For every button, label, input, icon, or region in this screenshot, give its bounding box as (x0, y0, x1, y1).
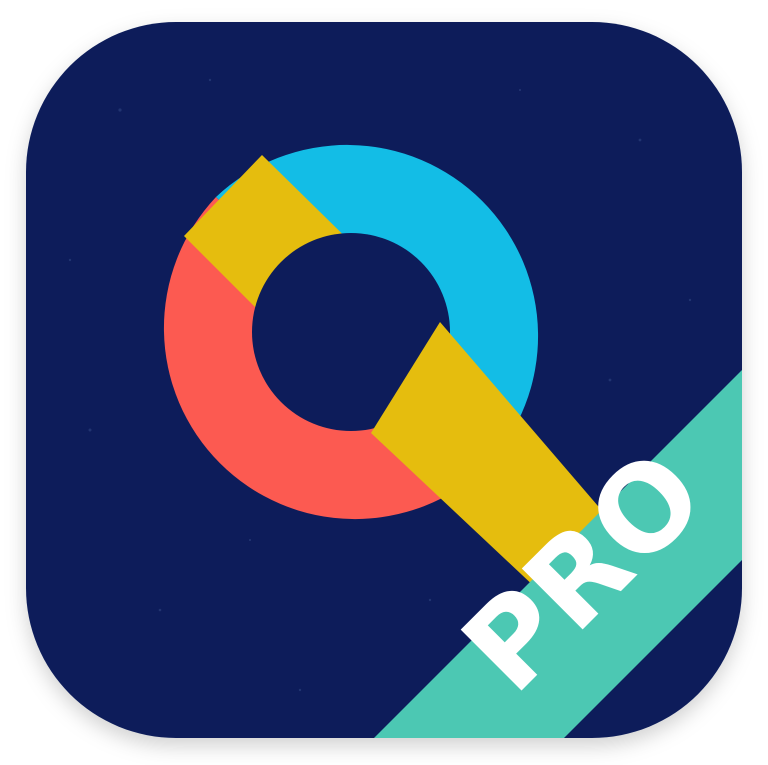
app-icon[interactable]: PRO (0, 0, 768, 765)
app-icon-stage: PRO (0, 0, 768, 765)
